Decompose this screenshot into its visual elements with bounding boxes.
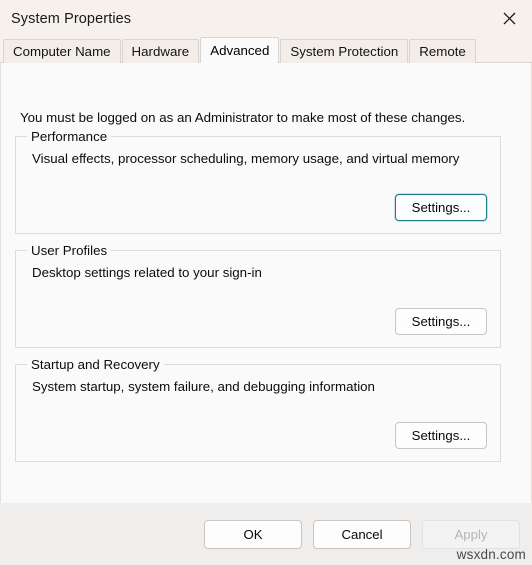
- apply-button: Apply: [422, 519, 520, 549]
- administrator-notice: You must be logged on as an Administrato…: [20, 110, 466, 125]
- user-profiles-settings-button[interactable]: Settings...: [395, 308, 487, 335]
- tab-computer-name[interactable]: Computer Name: [3, 39, 121, 63]
- tab-remote[interactable]: Remote: [409, 39, 476, 63]
- dialog-button-bar: OK Cancel Apply wsxdn.com: [0, 503, 532, 565]
- watermark: wsxdn.com: [456, 547, 526, 562]
- tab-hardware[interactable]: Hardware: [121, 39, 200, 63]
- advanced-tab-panel: You must be logged on as an Administrato…: [0, 63, 532, 552]
- startup-recovery-group: Startup and Recovery System startup, sys…: [15, 357, 501, 462]
- close-icon[interactable]: [486, 0, 532, 37]
- tab-strip: Computer Name Hardware Advanced System P…: [0, 37, 532, 63]
- title-bar: System Properties: [0, 0, 532, 37]
- cancel-button[interactable]: Cancel: [313, 519, 411, 549]
- startup-recovery-description: System startup, system failure, and debu…: [32, 379, 375, 394]
- tab-advanced[interactable]: Advanced: [200, 37, 280, 63]
- window-title: System Properties: [11, 10, 132, 27]
- performance-group-label: Performance: [27, 129, 112, 144]
- tab-system-protection[interactable]: System Protection: [280, 39, 409, 63]
- ok-button[interactable]: OK: [204, 519, 302, 549]
- user-profiles-group: User Profiles Desktop settings related t…: [15, 243, 501, 348]
- system-properties-window: System Properties Computer Name Hardware…: [0, 0, 532, 565]
- user-profiles-group-label: User Profiles: [27, 243, 112, 258]
- performance-description: Visual effects, processor scheduling, me…: [32, 151, 460, 166]
- startup-recovery-settings-button[interactable]: Settings...: [395, 422, 487, 449]
- performance-settings-button[interactable]: Settings...: [395, 194, 487, 221]
- performance-group: Performance Visual effects, processor sc…: [15, 129, 501, 234]
- user-profiles-description: Desktop settings related to your sign-in: [32, 265, 262, 280]
- startup-recovery-group-label: Startup and Recovery: [27, 357, 164, 372]
